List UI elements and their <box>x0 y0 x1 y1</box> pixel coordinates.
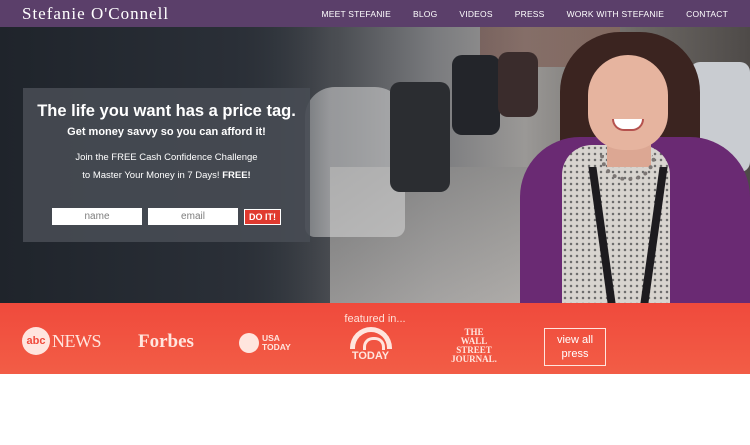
challenge-line-1: Join the FREE Cash Confidence Challenge <box>75 152 258 163</box>
nav-link-work-with-stefanie[interactable]: WORK WITH STEFANIE <box>567 9 665 19</box>
main-menu: MEET STEFANIE BLOG VIDEOS PRESS WORK WIT… <box>321 0 750 27</box>
nav-link-blog[interactable]: BLOG <box>413 9 437 19</box>
hero-photo-car <box>452 55 500 135</box>
abc-news-logo: abc NEWS <box>22 327 102 355</box>
challenge-line-2: to Master Your Money in 7 Days! FREE! <box>23 167 310 185</box>
wsj-line-2: WALL STREET <box>456 336 492 355</box>
hero-photo-car <box>390 82 450 192</box>
submit-button[interactable]: DO IT! <box>244 208 281 225</box>
hero-photo-face <box>588 55 668 150</box>
usa-today-dot <box>239 333 259 353</box>
free-label: FREE! <box>222 170 251 181</box>
signup-form: DO IT! <box>52 208 281 225</box>
name-input[interactable] <box>52 208 142 225</box>
top-navigation: Stefanie O'Connell MEET STEFANIE BLOG VI… <box>0 0 750 27</box>
nav-link-videos[interactable]: VIDEOS <box>459 9 492 19</box>
email-input[interactable] <box>148 208 238 225</box>
today-sunrise-icon <box>349 327 392 350</box>
site-logo[interactable]: Stefanie O'Connell <box>22 4 169 24</box>
abc-mark: abc <box>22 327 50 355</box>
nav-link-meet-stefanie[interactable]: MEET STEFANIE <box>321 9 391 19</box>
usa-today-line-2: TODAY <box>262 342 291 352</box>
forbes-logo: Forbes <box>138 331 194 352</box>
page-content-area <box>0 374 750 445</box>
usa-today-logo: USA TODAY <box>239 333 291 353</box>
today-text: TODAY <box>351 350 390 362</box>
challenge-line-2-text: to Master Your Money in 7 Days! <box>82 170 220 181</box>
featured-in-bar: featured in... abc NEWS Forbes USA TODAY… <box>0 303 750 374</box>
featured-label: featured in... <box>344 313 406 325</box>
today-show-logo: TODAY <box>348 327 393 362</box>
hero-subheadline: Get money savvy so you can afford it! <box>67 126 266 138</box>
nav-link-press[interactable]: PRESS <box>515 9 545 19</box>
wall-street-journal-logo: THE WALL STREET JOURNAL. <box>446 328 502 364</box>
hero-photo-car <box>498 52 538 117</box>
usa-today-text: USA TODAY <box>262 334 291 352</box>
view-all-press-button[interactable]: view all press <box>544 328 606 366</box>
hero-headline: The life you want has a price tag. <box>37 102 296 120</box>
wsj-line-3: JOURNAL. <box>451 354 497 364</box>
nav-link-contact[interactable]: CONTACT <box>686 9 728 19</box>
signup-card: The life you want has a price tag. Get m… <box>23 88 310 242</box>
abc-news-word: NEWS <box>52 330 102 351</box>
